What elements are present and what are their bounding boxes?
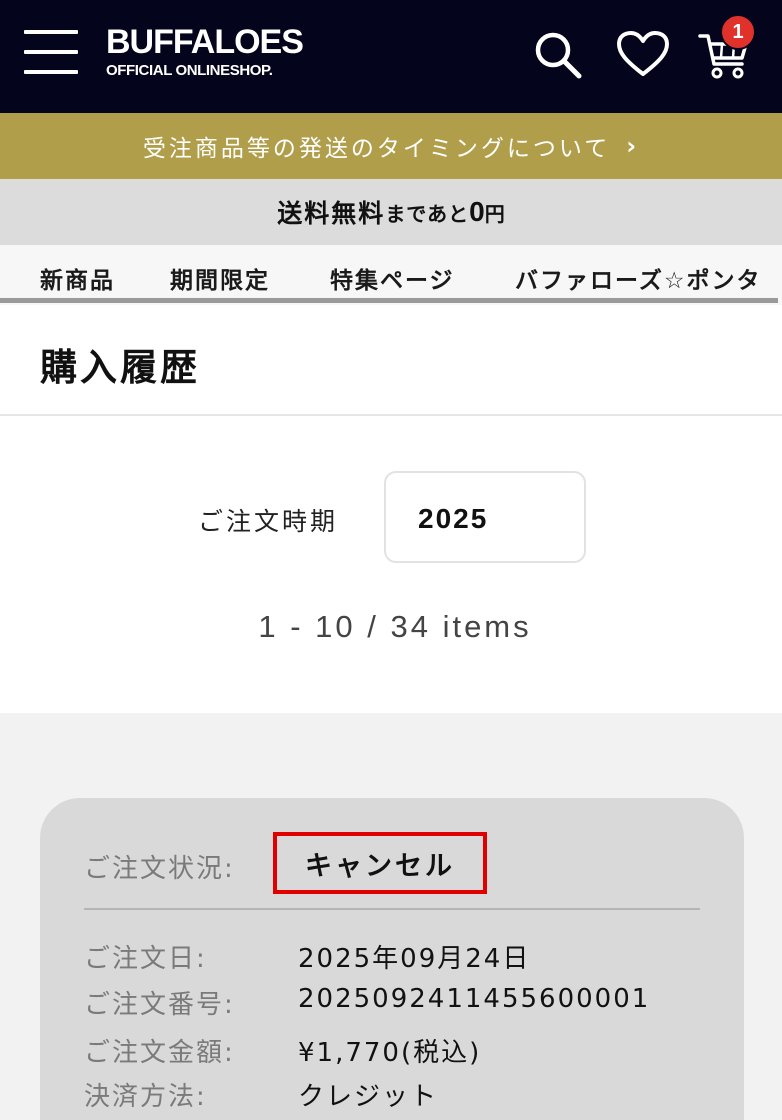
heart-icon[interactable] — [616, 30, 670, 78]
order-date-value: 2025年09月24日 — [298, 944, 531, 974]
nav-item-ponta[interactable]: バファローズ☆ポンタ — [515, 261, 761, 295]
order-filter: ご注文時期 2025 1 - 10 / 34 items — [0, 416, 782, 713]
free-shipping-bar: 送料無料 まであと 0 円 — [0, 179, 782, 245]
order-number-value: 2025092411455600001 — [298, 984, 651, 1014]
card-divider — [84, 908, 700, 910]
order-amount-label: ご注文金額: — [84, 1038, 235, 1068]
shipping-timing-notice[interactable]: 受注商品等の発送のタイミングについて › — [0, 113, 782, 179]
cart-count-badge: 1 — [720, 14, 756, 50]
order-year-value: 2025 — [418, 503, 489, 534]
search-icon[interactable] — [533, 30, 583, 80]
items-count: 1 - 10 / 34 items — [258, 609, 532, 644]
chevron-right-icon: › — [626, 132, 640, 160]
nav-item-feature[interactable]: 特集ページ — [330, 261, 455, 295]
order-number-label: ご注文番号: — [84, 990, 235, 1020]
nav-scrollbar[interactable] — [0, 298, 778, 303]
page-header: 購入履歴 — [0, 305, 782, 416]
order-status-highlight: キャンセル — [273, 832, 487, 894]
order-year-select[interactable]: 2025 — [384, 471, 586, 563]
free-shipping-amount: 0 — [469, 196, 485, 227]
order-date-label: ご注文日: — [84, 944, 207, 974]
logo-main-text: BUFFALOES — [106, 23, 304, 61]
free-shipping-remaining-label: まであと — [385, 201, 470, 226]
page-title: 購入履歴 — [40, 346, 200, 389]
category-nav: 新商品 期間限定 特集ページ バファローズ☆ポンタ — [0, 245, 782, 305]
order-period-label: ご注文時期 — [198, 507, 339, 536]
free-shipping-unit: 円 — [484, 201, 505, 226]
free-shipping-label: 送料無料 — [277, 199, 386, 228]
site-header: BUFFALOES OFFICIAL ONLINESHOP. 1 — [0, 0, 782, 113]
order-status-label: ご注文状況: — [84, 854, 235, 884]
logo-sub-text: OFFICIAL ONLINESHOP. — [106, 62, 273, 79]
order-card[interactable]: ご注文状況: キャンセル ご注文日: 2025年09月24日 ご注文番号: 20… — [40, 798, 744, 1120]
nav-item-new[interactable]: 新商品 — [40, 261, 115, 295]
order-status-value: キャンセル — [305, 850, 455, 882]
notice-text: 受注商品等の発送のタイミングについて — [142, 136, 611, 162]
brand-logo[interactable]: BUFFALOES OFFICIAL ONLINESHOP. — [106, 23, 304, 80]
nav-item-limited[interactable]: 期間限定 — [170, 261, 270, 295]
menu-icon[interactable] — [24, 30, 78, 76]
payment-method-label: 決済方法: — [84, 1082, 207, 1112]
order-amount-value: ¥1,770(税込) — [298, 1038, 482, 1068]
payment-method-value: クレジット — [298, 1082, 439, 1112]
